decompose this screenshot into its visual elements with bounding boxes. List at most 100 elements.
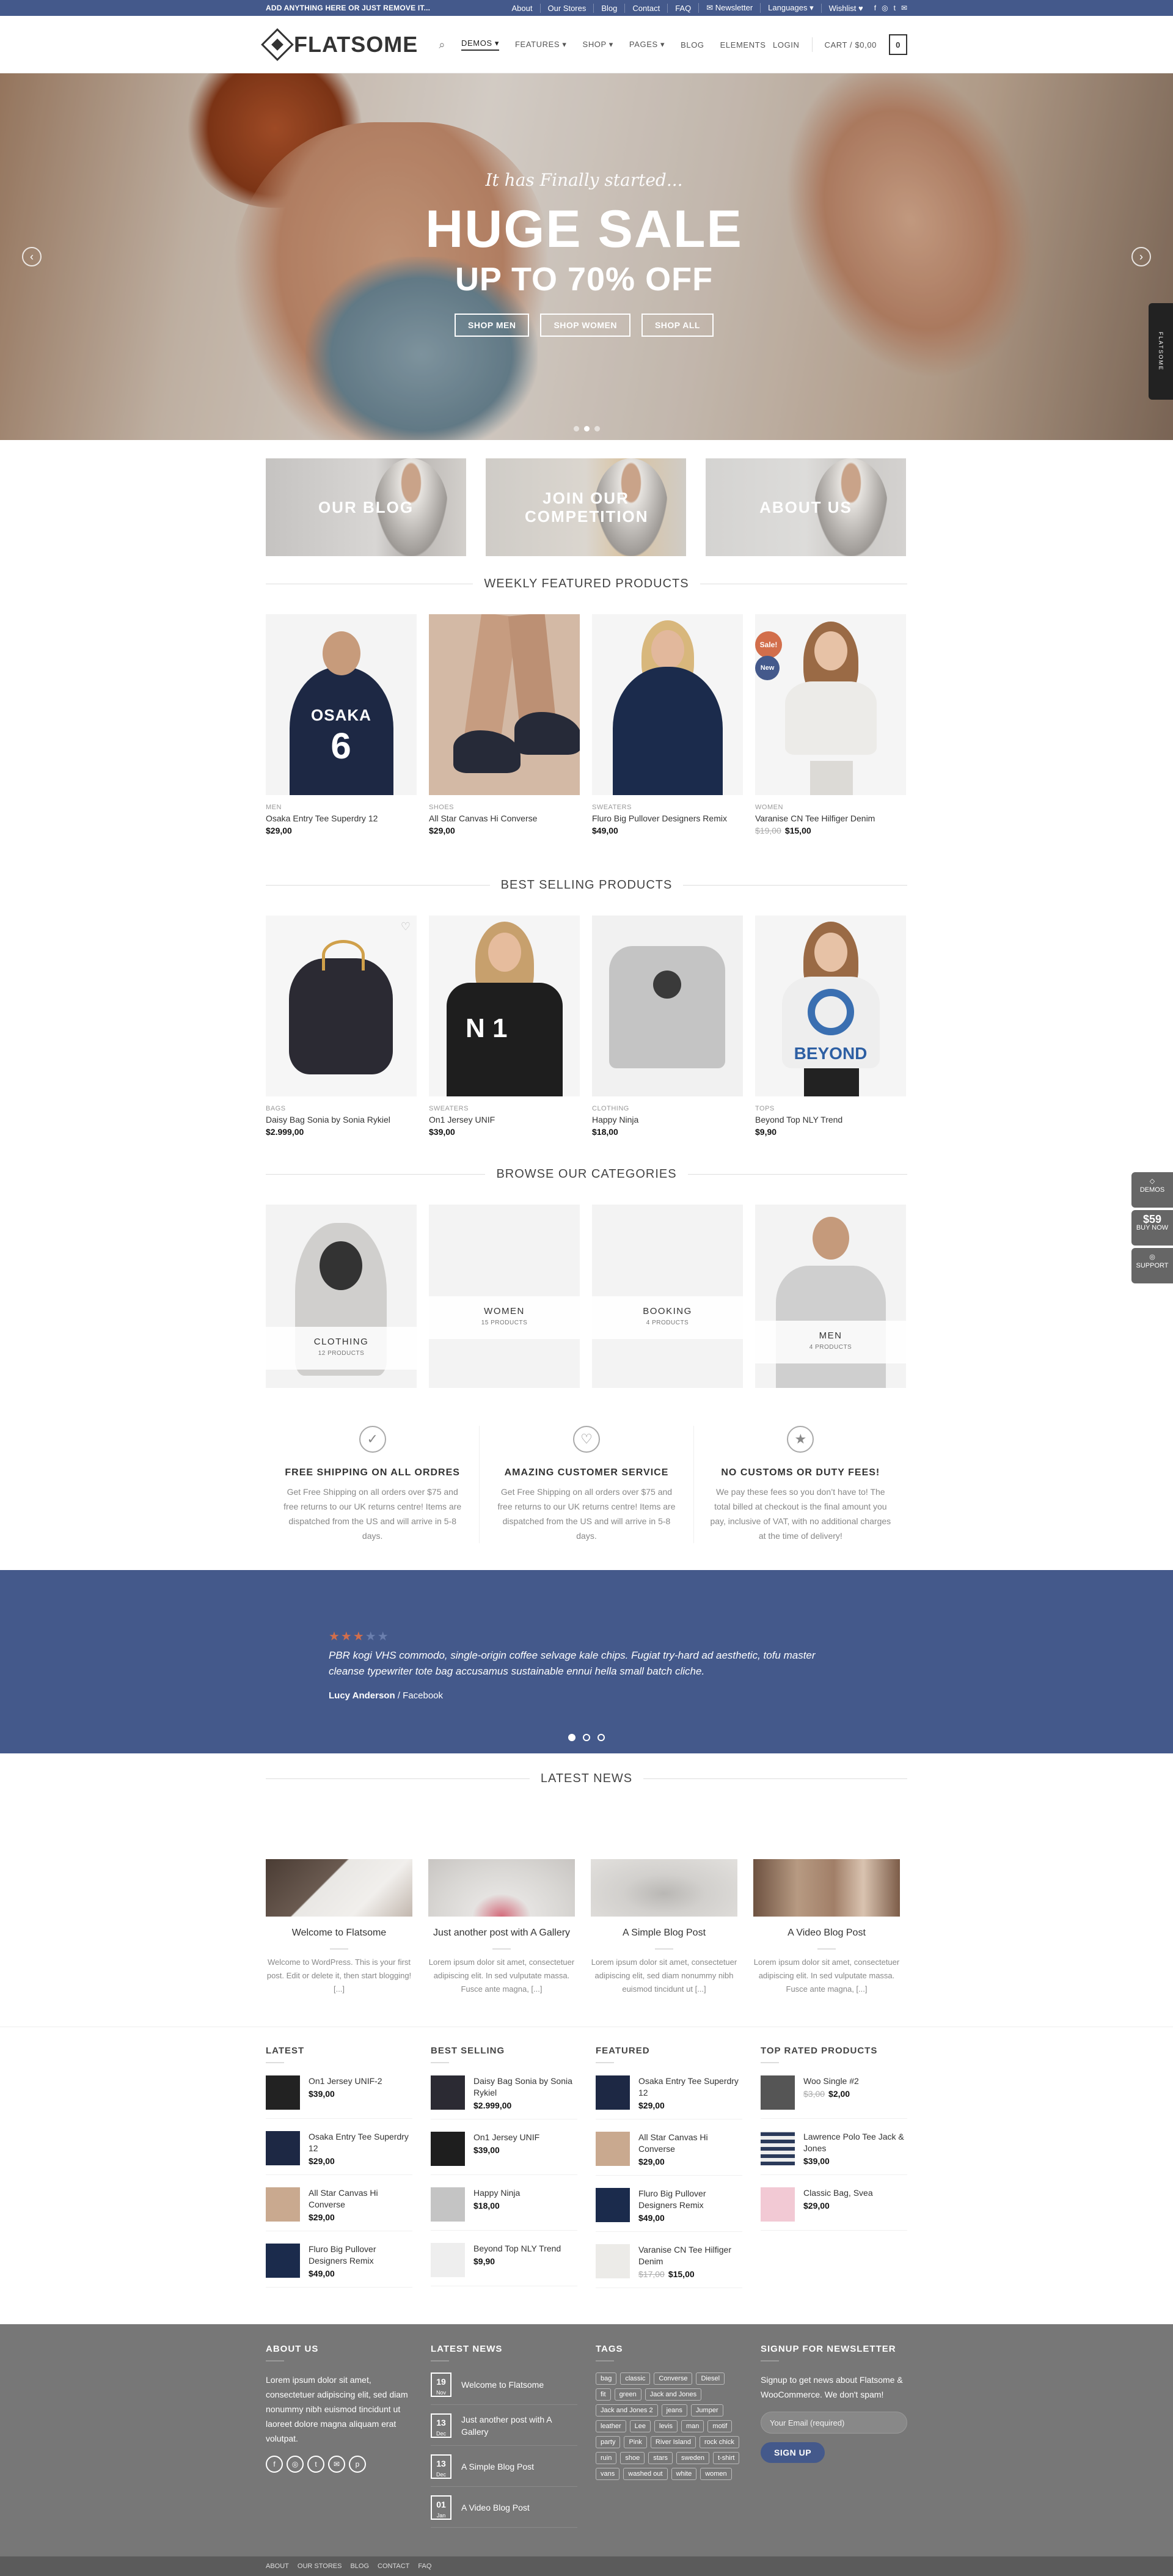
footer-news-item[interactable]: 19 Nov Welcome to Flatsome	[431, 2372, 577, 2405]
product-card[interactable]: ♡ BAGS Daisy Bag Sonia by Sonia Rykiel $…	[266, 916, 417, 1137]
item-name[interactable]: All Star Canvas Hi Converse	[309, 2187, 412, 2211]
item-name[interactable]: Varanise CN Tee Hilfiger Denim	[638, 2244, 742, 2267]
cart-link[interactable]: CART / $0,00	[825, 40, 877, 50]
footer-link[interactable]: FAQ	[418, 2563, 431, 2570]
item-name[interactable]: Happy Ninja	[473, 2187, 520, 2199]
widget-item[interactable]: Osaka Entry Tee Superdry 12 $29,00	[596, 2075, 742, 2119]
post-title[interactable]: A Simple Blog Post	[591, 1926, 737, 1940]
tag-link[interactable]: bag	[596, 2372, 617, 2385]
product-card[interactable]: N 1 SWEATERS On1 Jersey UNIF $39,00	[429, 916, 580, 1137]
widget-item[interactable]: Fluro Big Pullover Designers Remix $49,00	[596, 2188, 742, 2232]
site-logo[interactable]: FLATSOME	[261, 28, 418, 61]
tag-link[interactable]: white	[671, 2468, 697, 2480]
item-name[interactable]: All Star Canvas Hi Converse	[638, 2132, 742, 2155]
item-name[interactable]: Osaka Entry Tee Superdry 12	[638, 2075, 742, 2099]
tag-link[interactable]: t-shirt	[712, 2452, 740, 2464]
footer-news-item[interactable]: 01 Jan A Video Blog Post	[431, 2495, 577, 2528]
signup-button[interactable]: SIGN UP	[761, 2442, 825, 2463]
category-card[interactable]: BOOKING 4 PRODUCTS	[592, 1205, 743, 1388]
widget-item[interactable]: On1 Jersey UNIF-2 $39,00	[266, 2075, 412, 2119]
item-name[interactable]: Daisy Bag Sonia by Sonia Rykiel	[473, 2075, 577, 2099]
item-name[interactable]: Fluro Big Pullover Designers Remix	[638, 2188, 742, 2211]
facebook-icon[interactable]: f	[266, 2456, 283, 2473]
widget-item[interactable]: On1 Jersey UNIF $39,00	[431, 2132, 577, 2175]
slider-next-icon[interactable]: ›	[1131, 247, 1151, 266]
tag-link[interactable]: motif	[707, 2420, 733, 2432]
tag-link[interactable]: Jack and Jones	[645, 2388, 702, 2401]
pinterest-icon[interactable]: p	[349, 2456, 366, 2473]
top-link-languages[interactable]: Languages ▾	[760, 3, 820, 13]
product-name[interactable]: Beyond Top NLY Trend	[755, 1115, 906, 1125]
twitter-icon[interactable]: t	[307, 2456, 324, 2473]
tag-link[interactable]: women	[700, 2468, 732, 2480]
heart-icon[interactable]: ♡	[401, 920, 411, 933]
product-name[interactable]: Fluro Big Pullover Designers Remix	[592, 813, 743, 823]
top-link-newsletter[interactable]: ✉ Newsletter	[698, 3, 760, 13]
product-card[interactable]: SHOES All Star Canvas Hi Converse $29,00	[429, 614, 580, 835]
widget-item[interactable]: Classic Bag, Svea $29,00	[761, 2187, 907, 2231]
widget-item[interactable]: Daisy Bag Sonia by Sonia Rykiel $2.999,00	[431, 2075, 577, 2119]
footer-link[interactable]: OUR STORES	[298, 2563, 342, 2570]
slider-dot[interactable]	[583, 426, 590, 431]
item-name[interactable]: On1 Jersey UNIF-2	[309, 2075, 382, 2087]
product-card[interactable]: OSAKA 6 MEN Osaka Entry Tee Superdry 12 $…	[266, 614, 417, 835]
top-link-faq[interactable]: FAQ	[667, 3, 698, 13]
item-name[interactable]: On1 Jersey UNIF	[473, 2132, 539, 2143]
tag-link[interactable]: man	[681, 2420, 704, 2432]
shop-women-button[interactable]: SHOP WOMEN	[540, 314, 630, 337]
nav-pages[interactable]: PAGES ▾	[629, 40, 665, 50]
footer-link[interactable]: BLOG	[350, 2563, 369, 2570]
news-post[interactable]: Just another post with A Gallery Lorem i…	[428, 1859, 575, 1996]
product-name[interactable]: On1 Jersey UNIF	[429, 1115, 580, 1125]
tag-link[interactable]: washed out	[623, 2468, 668, 2480]
top-link-about[interactable]: About	[505, 4, 540, 13]
post-title[interactable]: Just another post with A Gallery	[428, 1926, 575, 1940]
email-icon[interactable]: ✉	[901, 4, 907, 12]
slider-prev-icon[interactable]: ‹	[22, 247, 42, 266]
top-link-blog[interactable]: Blog	[593, 3, 624, 13]
product-name[interactable]: Happy Ninja	[592, 1115, 743, 1125]
email-input[interactable]: Your Email (required)	[761, 2412, 907, 2434]
item-name[interactable]: Beyond Top NLY Trend	[473, 2243, 561, 2255]
footer-news-title[interactable]: Welcome to Flatsome	[461, 2379, 544, 2391]
tag-link[interactable]: rock chick	[699, 2436, 739, 2448]
support-widget[interactable]: ◎ SUPPORT	[1131, 1248, 1173, 1283]
post-title[interactable]: A Video Blog Post	[753, 1926, 900, 1940]
top-link-wishlist[interactable]: Wishlist ♥	[820, 3, 871, 13]
tag-link[interactable]: fit	[596, 2388, 611, 2401]
category-card[interactable]: CLOTHING 12 PRODUCTS	[266, 1205, 417, 1388]
product-name[interactable]: Varanise CN Tee Hilfiger Denim	[755, 813, 906, 823]
footer-news-item[interactable]: 13 Dec A Simple Blog Post	[431, 2454, 577, 2487]
shop-men-button[interactable]: SHOP MEN	[455, 314, 530, 337]
item-name[interactable]: Woo Single #2	[803, 2075, 859, 2087]
slider-dot[interactable]	[568, 1734, 576, 1741]
email-icon[interactable]: ✉	[328, 2456, 345, 2473]
nav-features[interactable]: FEATURES ▾	[515, 40, 567, 50]
slider-dot[interactable]	[597, 1734, 605, 1741]
tag-link[interactable]: sweden	[676, 2452, 709, 2464]
news-post[interactable]: A Video Blog Post Lorem ipsum dolor sit …	[753, 1859, 900, 1996]
tag-link[interactable]: shoe	[620, 2452, 645, 2464]
widget-item[interactable]: Osaka Entry Tee Superdry 12 $29,00	[266, 2131, 412, 2175]
nav-elements[interactable]: ELEMENTS	[720, 40, 766, 50]
product-card[interactable]: Sale! New WOMEN Varanise CN Tee Hilfiger…	[755, 614, 906, 835]
tag-link[interactable]: Pink	[624, 2436, 647, 2448]
nav-shop[interactable]: SHOP ▾	[583, 40, 613, 50]
item-name[interactable]: Fluro Big Pullover Designers Remix	[309, 2244, 412, 2267]
tag-link[interactable]: classic	[620, 2372, 651, 2385]
item-name[interactable]: Osaka Entry Tee Superdry 12	[309, 2131, 412, 2154]
slider-dot[interactable]	[594, 426, 600, 431]
login-link[interactable]: LOGIN	[773, 40, 799, 50]
tag-link[interactable]: Lee	[629, 2420, 651, 2432]
instagram-icon[interactable]: ◎	[287, 2456, 304, 2473]
side-tab[interactable]: FLATSOME	[1149, 303, 1173, 400]
product-card[interactable]: BEYOND TOPS Beyond Top NLY Trend $9,90	[755, 916, 906, 1137]
demos-widget[interactable]: ◇ DEMOS	[1131, 1172, 1173, 1208]
post-title[interactable]: Welcome to Flatsome	[266, 1926, 412, 1940]
widget-item[interactable]: Beyond Top NLY Trend $9,90	[431, 2243, 577, 2286]
footer-link[interactable]: CONTACT	[378, 2563, 409, 2570]
widget-item[interactable]: Fluro Big Pullover Designers Remix $49,00	[266, 2244, 412, 2288]
instagram-icon[interactable]: ◎	[882, 4, 888, 12]
news-post[interactable]: Welcome to Flatsome Welcome to WordPress…	[266, 1859, 412, 1996]
tag-link[interactable]: leather	[596, 2420, 626, 2432]
